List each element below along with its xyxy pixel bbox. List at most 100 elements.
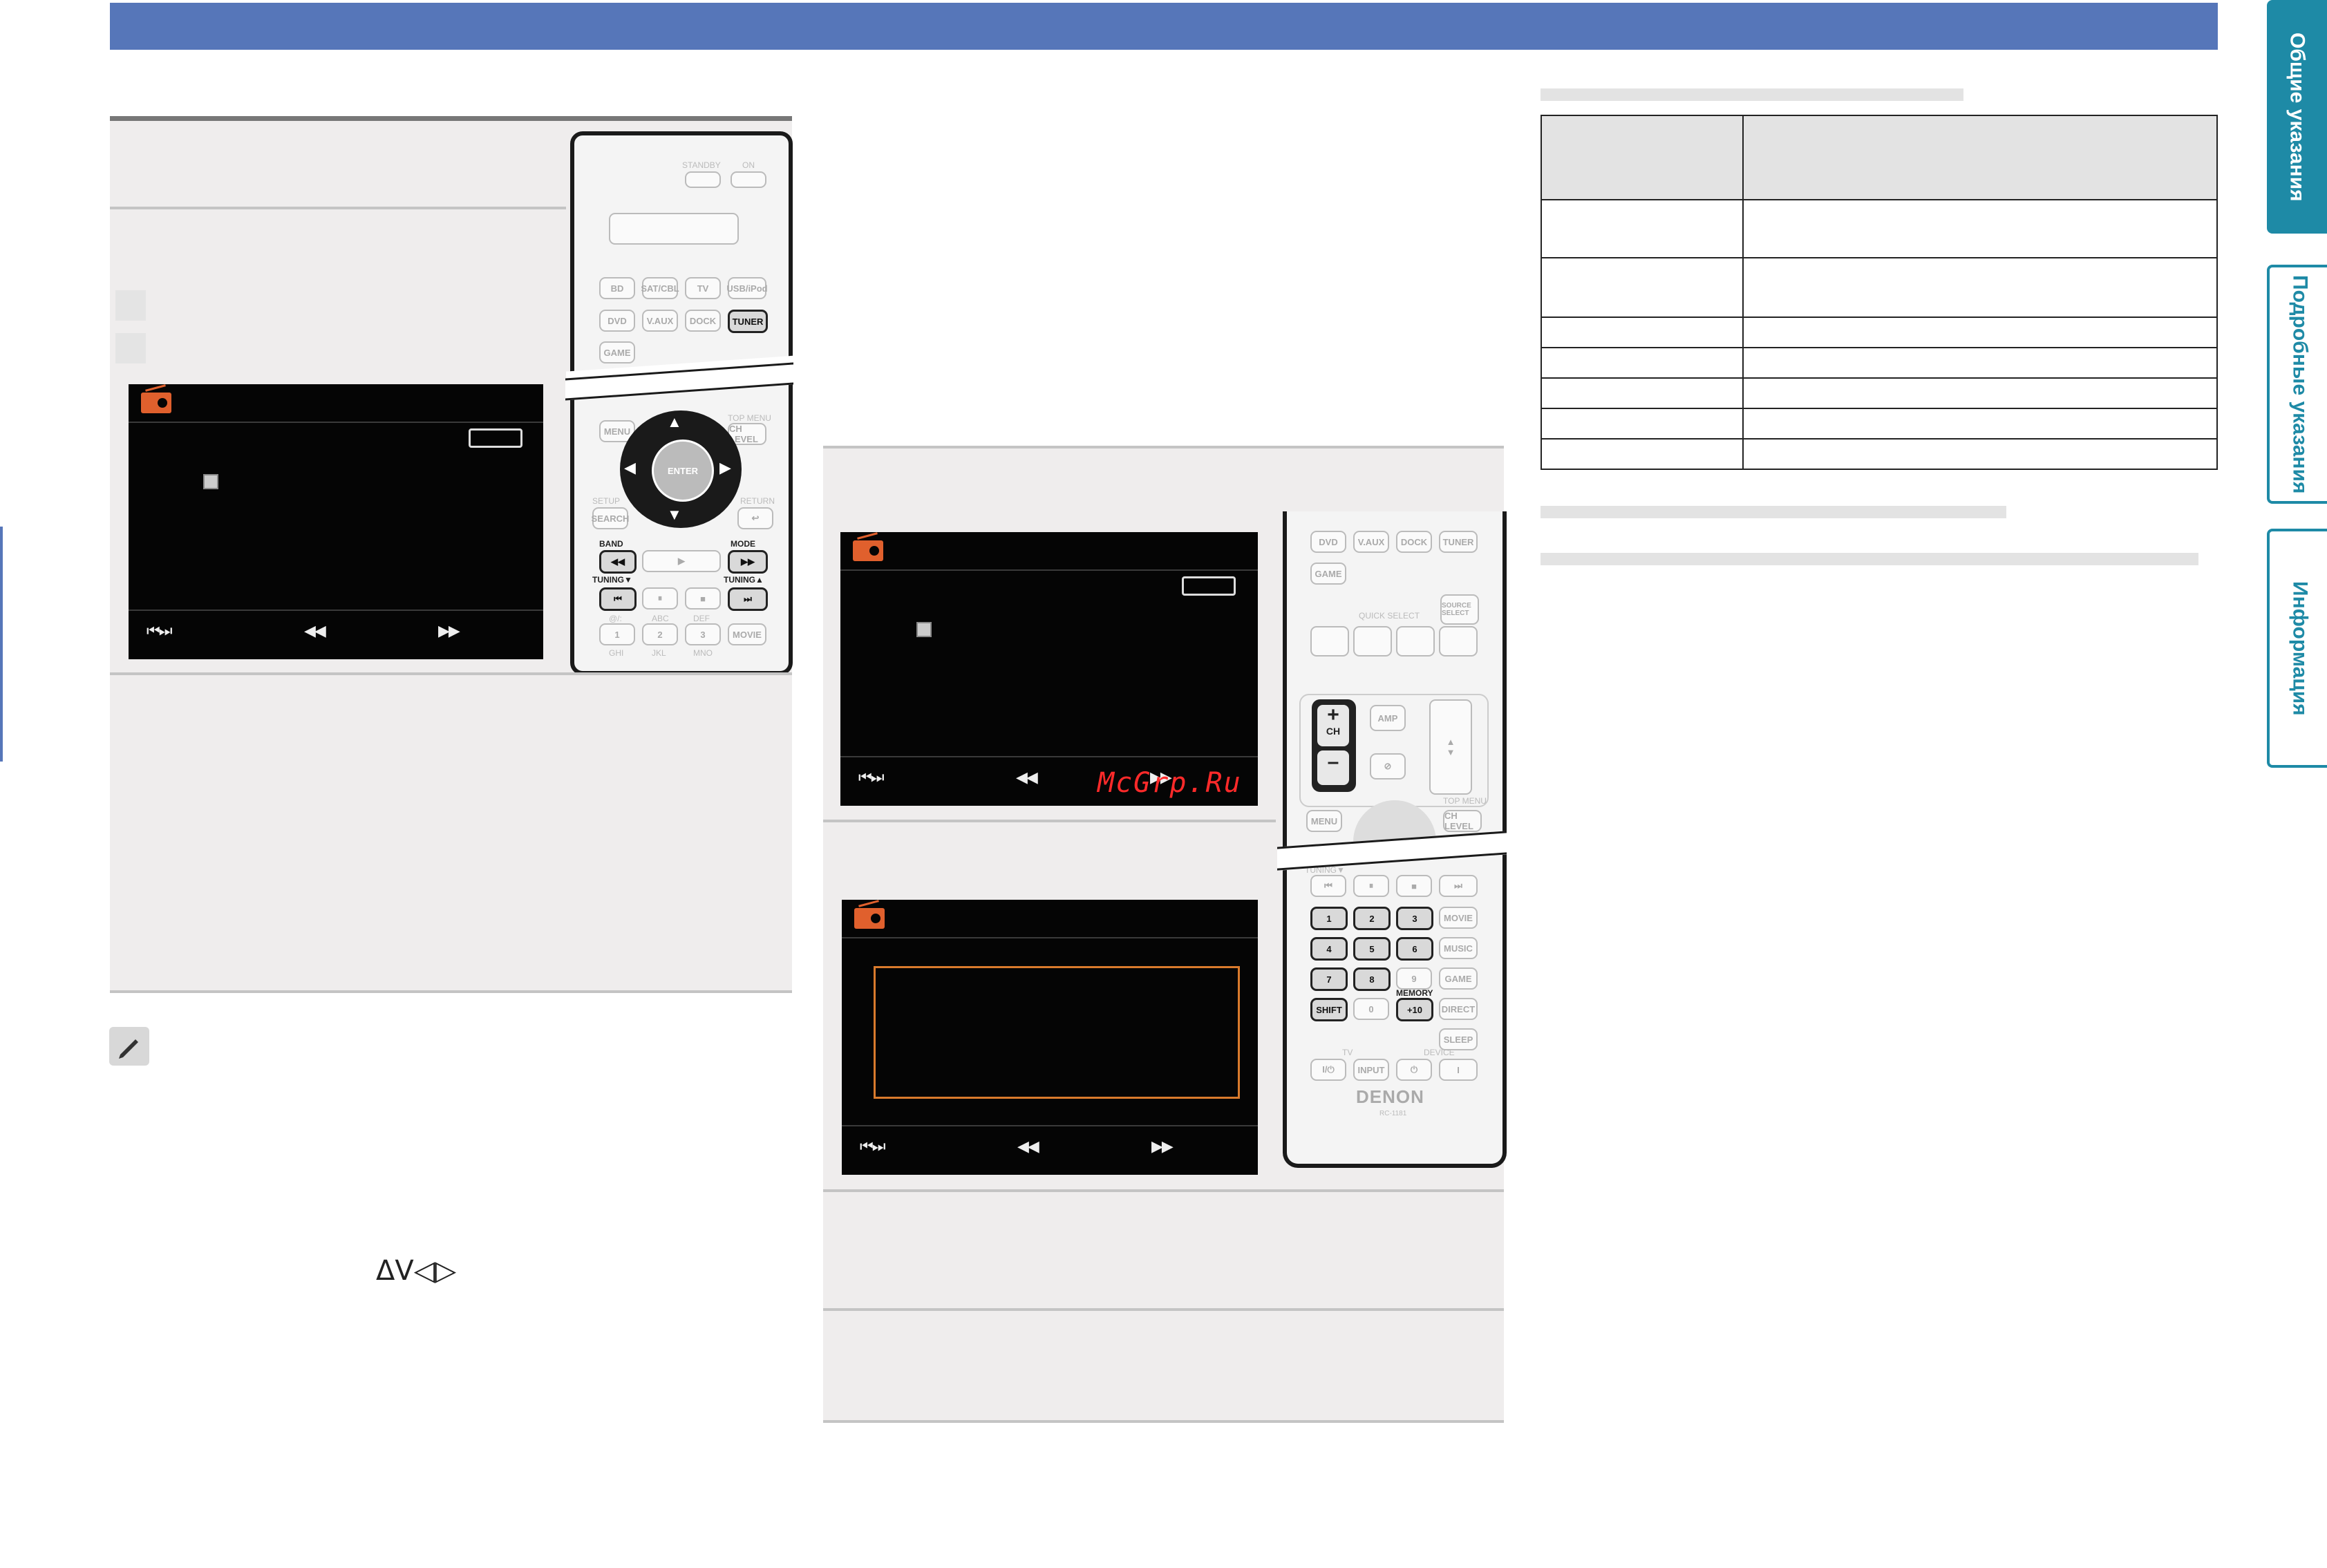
number-9-button[interactable]: 9 (1396, 967, 1432, 990)
tab-general-instructions[interactable]: Общие указания (2267, 0, 2327, 234)
mute-button[interactable]: ⊘ (1370, 753, 1406, 780)
fast-forward-icon: ▶▶ (438, 622, 460, 639)
remote-control-illustration: STANDBY ON BD SAT/CBL TV USB/iPod DVD V.… (566, 131, 797, 675)
quick-select-2-button[interactable] (1353, 626, 1392, 657)
device-on-button[interactable]: I (1439, 1059, 1478, 1081)
model-label: RC-1181 (1379, 1110, 1407, 1117)
right-arrow-icon[interactable]: ▶ (719, 459, 731, 477)
rule (823, 1420, 1504, 1423)
number-5-button[interactable]: 5 (1353, 937, 1391, 961)
plus10-memory-button[interactable]: +10 (1396, 998, 1433, 1021)
tv-button[interactable]: TV (685, 277, 721, 299)
table-cell (1742, 257, 2218, 318)
shift-button[interactable]: SHIFT (1310, 998, 1348, 1021)
quick-select-label: QUICK SELECT (1359, 611, 1420, 621)
tuner-button[interactable]: TUNER (728, 310, 768, 333)
amp-button[interactable]: AMP (1370, 705, 1406, 731)
number-7-button[interactable]: 7 (1310, 967, 1348, 991)
tuning-up-button[interactable]: ⏭ (1439, 875, 1478, 897)
on-button[interactable] (731, 171, 766, 188)
osd-message-box (874, 966, 1240, 1099)
band-button[interactable]: ◀◀ (599, 550, 637, 574)
rule (110, 990, 792, 993)
osd-footer: ⏮⏭ ◀◀ ▶▶ (842, 1125, 1258, 1175)
number-button[interactable]: 1 (599, 623, 635, 645)
rewind-icon: ◀◀ (1016, 768, 1038, 786)
return-button[interactable]: ↩ (737, 507, 773, 529)
remote-display (609, 213, 739, 245)
number-sub-label: JKL (652, 648, 666, 658)
top-menu-label: TOP MENU (728, 413, 771, 423)
number-1-button[interactable]: 1 (1310, 907, 1348, 930)
table-cell (1742, 377, 2218, 409)
osd-header (840, 532, 1258, 571)
option-marker (115, 333, 146, 363)
pause-button[interactable]: ⏸ (1353, 875, 1389, 897)
dock-button[interactable]: DOCK (1396, 531, 1432, 553)
game-button[interactable]: GAME (1310, 563, 1346, 585)
movie-button[interactable]: MOVIE (1439, 907, 1478, 929)
number-button[interactable]: 3 (685, 623, 721, 645)
ch-plus-button[interactable]: + CH (1317, 705, 1349, 746)
volume-rocker[interactable]: ▲ ▼ (1429, 699, 1472, 795)
stop-button[interactable]: ■ (1396, 875, 1432, 897)
pause-button[interactable]: ⏸ (642, 587, 678, 610)
table-header-cell (1541, 115, 1744, 200)
music-button[interactable]: MUSIC (1439, 937, 1478, 959)
quick-select-3-button[interactable] (1396, 626, 1435, 657)
dvd-button[interactable]: DVD (1310, 531, 1346, 553)
sat-cbl-button[interactable]: SAT/CBL (641, 277, 679, 299)
rewind-icon: ◀◀ (304, 622, 326, 639)
number-button[interactable]: 2 (642, 623, 678, 645)
usb-ipod-button[interactable]: USB/iPod (726, 277, 768, 299)
table-cell (1742, 438, 2218, 470)
standby-button[interactable] (685, 171, 721, 188)
plus-text: + (1327, 703, 1339, 726)
table-header-row (1541, 115, 2218, 200)
tab-information[interactable]: Информация (2267, 529, 2327, 768)
source-select-button[interactable]: SOURCE SELECT (1440, 594, 1479, 625)
tuning-down-button[interactable]: ⏮ (599, 587, 637, 611)
tab-detailed-instructions[interactable]: Подробные указания (2267, 265, 2327, 504)
quick-select-4-button[interactable] (1439, 626, 1478, 657)
mode-button[interactable]: ▶▶ (728, 550, 768, 574)
stop-button[interactable]: ■ (685, 587, 721, 610)
number-4-button[interactable]: 4 (1310, 937, 1348, 961)
number-2-button[interactable]: 2 (1353, 907, 1391, 930)
tuning-down-button[interactable]: ⏮ (1310, 875, 1346, 897)
subheading-bar (1541, 506, 2006, 518)
menu-button[interactable]: MENU (1306, 810, 1342, 832)
down-arrow-icon[interactable]: ▼ (667, 506, 682, 524)
table-caption-bar (1541, 88, 1963, 101)
dvd-button[interactable]: DVD (599, 310, 635, 332)
bd-button[interactable]: BD (599, 277, 635, 299)
number-3-button[interactable]: 3 (1396, 907, 1433, 930)
direct-button[interactable]: DIRECT (1439, 998, 1478, 1020)
vaux-button[interactable]: V.AUX (1353, 531, 1389, 553)
enter-button[interactable]: ENTER (652, 440, 714, 502)
vaux-button[interactable]: V.AUX (642, 310, 678, 332)
tuning-up-button[interactable]: ⏭ (728, 587, 768, 611)
ch-level-button[interactable]: CH LEVEL (1443, 810, 1482, 832)
radio-icon (854, 908, 885, 929)
search-button[interactable]: SEARCH (592, 507, 629, 529)
number-8-button[interactable]: 8 (1353, 967, 1391, 991)
game-button-2[interactable]: GAME (1439, 967, 1478, 990)
game-button[interactable]: GAME (599, 341, 635, 363)
memory-label: MEMORY (1396, 988, 1433, 998)
left-arrow-icon[interactable]: ◀ (624, 459, 636, 477)
up-arrow-icon[interactable]: ▲ (667, 413, 682, 431)
radio-icon (141, 393, 171, 413)
play-button[interactable]: ▶ (642, 550, 721, 572)
ch-minus-button[interactable]: – (1317, 750, 1349, 785)
tuner-button[interactable]: TUNER (1439, 531, 1478, 553)
dock-button[interactable]: DOCK (685, 310, 721, 332)
number-6-button[interactable]: 6 (1396, 937, 1433, 961)
number-0-button[interactable]: 0 (1353, 998, 1389, 1020)
quick-select-1-button[interactable] (1310, 626, 1349, 657)
tv-input-button[interactable]: INPUT (1353, 1059, 1389, 1081)
movie-button[interactable]: MOVIE (728, 623, 766, 645)
tv-power-button[interactable]: I/⏻ (1310, 1059, 1346, 1081)
rule (823, 820, 1276, 822)
device-standby-button[interactable]: ⏻ (1396, 1059, 1432, 1081)
